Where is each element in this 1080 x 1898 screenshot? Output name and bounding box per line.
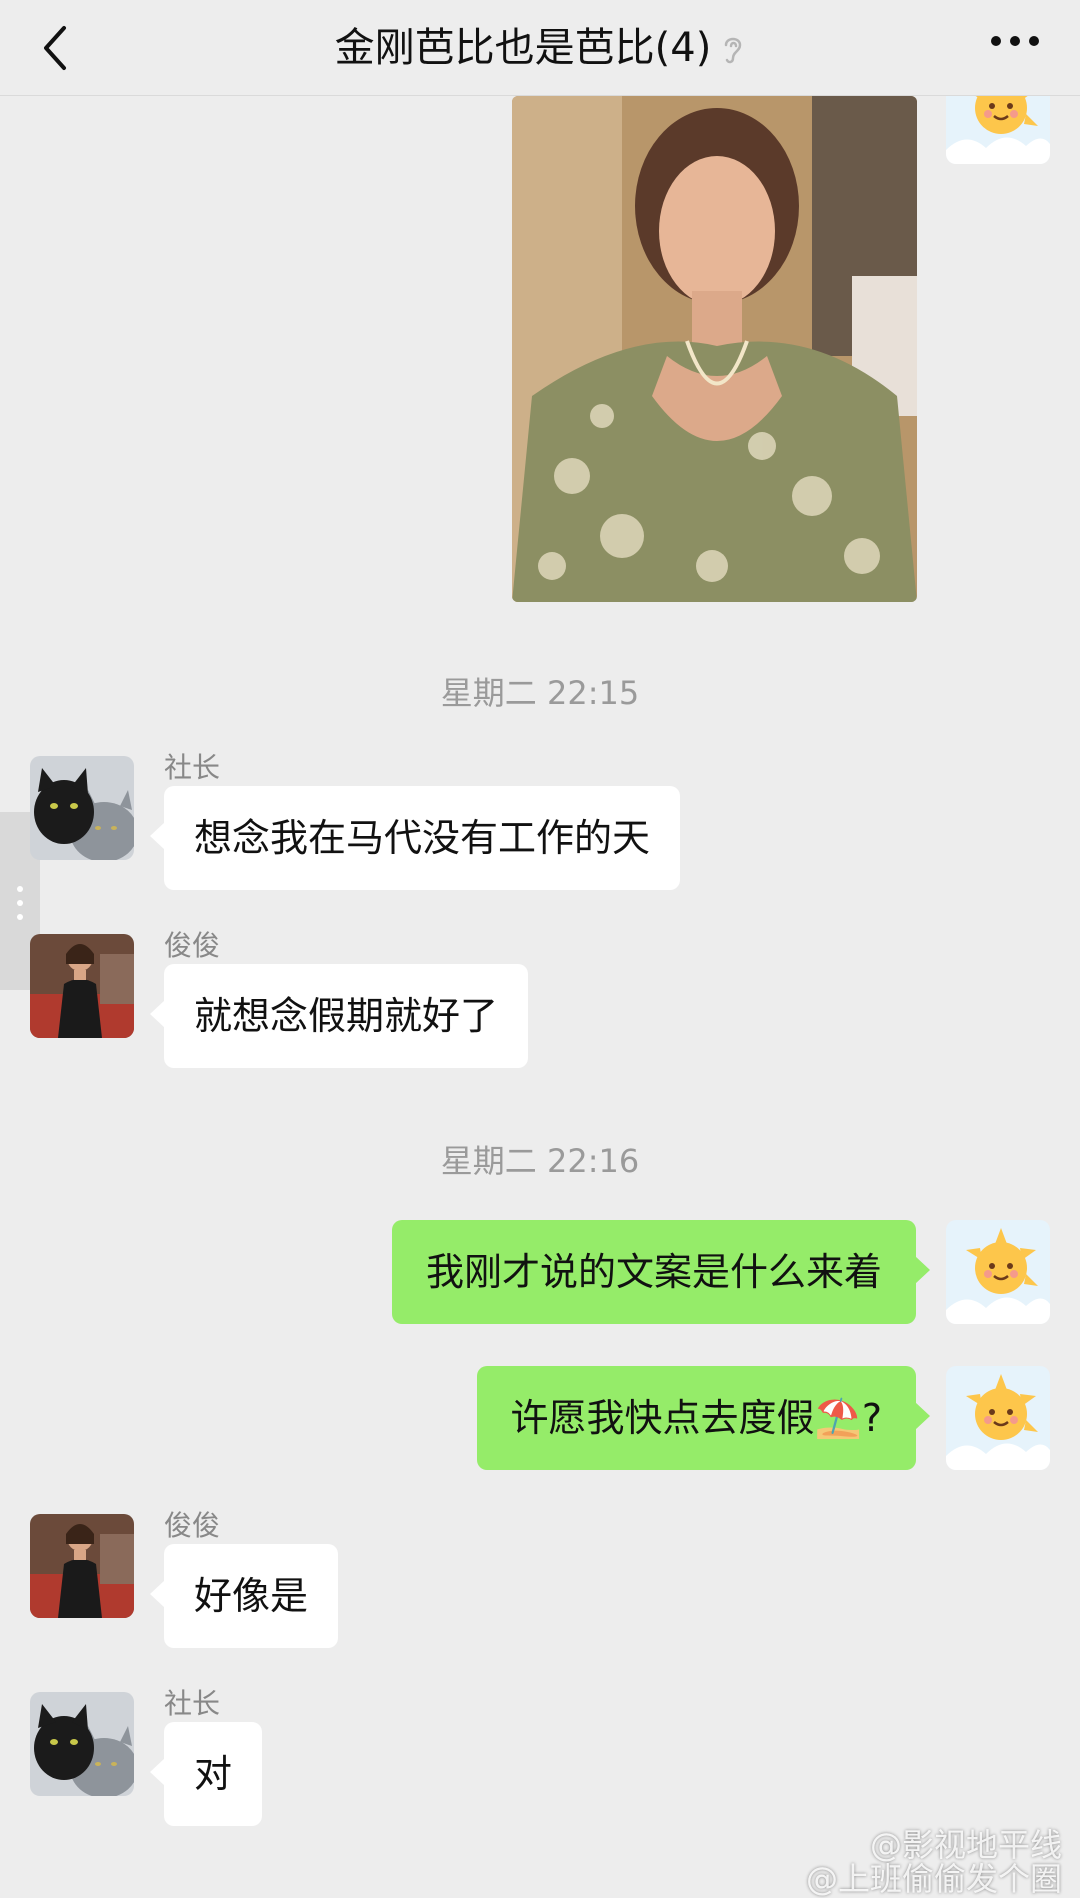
more-horizontal-icon[interactable] (988, 26, 1042, 56)
avatar-shezhang[interactable] (30, 1692, 134, 1796)
timestamp: 星期二 22:16 (440, 1142, 640, 1180)
watermark-line-1: @影视地平线 (869, 1826, 1062, 1864)
message-bubble[interactable]: 就想念假期就好了 (149, 964, 529, 1068)
watermark: @影视地平线 @上班偷偷发个圈 (806, 1828, 1062, 1896)
sender-name: 俊俊 (164, 929, 221, 962)
avatar-junjun[interactable] (30, 934, 134, 1038)
my-avatar[interactable] (946, 96, 1050, 164)
sent-photo[interactable] (512, 96, 917, 602)
sender-name: 俊俊 (164, 1509, 221, 1542)
chat-title-text: 金刚芭比也是芭比(4) (334, 25, 712, 71)
message-bubble-outgoing[interactable]: 许愿我快点去度假⛱️? (476, 1366, 931, 1470)
timestamp: 星期二 22:15 (440, 674, 640, 712)
avatar-junjun[interactable] (30, 1514, 134, 1618)
ear-muted-icon (725, 37, 742, 64)
message-bubble[interactable]: 想念我在马代没有工作的天 (149, 786, 681, 890)
sender-name: 社长 (164, 1687, 221, 1720)
message-bubble-outgoing[interactable]: 我刚才说的文案是什么来着 (391, 1220, 931, 1324)
my-avatar[interactable] (946, 1366, 1050, 1470)
sender-name: 社长 (164, 751, 221, 784)
message-bubble[interactable]: 好像是 (149, 1544, 339, 1648)
avatar-shezhang[interactable] (30, 756, 134, 860)
chat-title: 金刚芭比也是芭比(4) (0, 20, 1080, 76)
watermark-line-2: @上班偷偷发个圈 (805, 1860, 1062, 1898)
message-bubble[interactable]: 对 (149, 1722, 263, 1826)
chat-header: 金刚芭比也是芭比(4) (0, 0, 1080, 96)
my-avatar[interactable] (946, 1220, 1050, 1324)
